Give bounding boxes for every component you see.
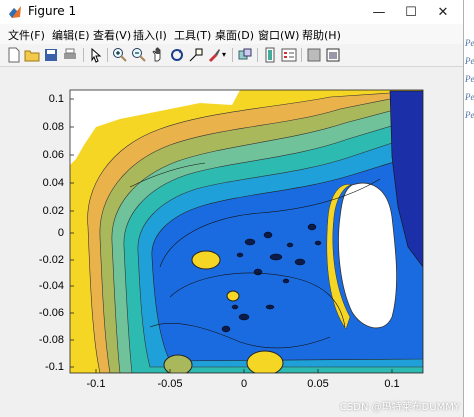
window-title: Figure 1 [28,4,77,18]
y-tick-label: -0.1 [45,361,64,373]
brush-dropdown-icon[interactable]: ▾ [222,50,238,66]
rotate-icon[interactable] [169,47,185,63]
dock-icon[interactable] [325,47,341,63]
menu-window[interactable]: 窗口(W) [258,27,299,43]
y-tick-label: 0.06 [42,149,64,161]
colorbar-icon[interactable] [262,47,278,63]
x-tick-label: 0.05 [307,378,329,390]
x-tick-label: 0.1 [384,378,400,390]
menu-help[interactable]: 帮助(H) [302,27,341,43]
menu-file[interactable]: 文件(F) [8,27,45,43]
matlab-logo-icon [9,6,21,18]
watermark: CSDN @玛特莱布DUMMY [339,402,460,413]
y-tick-label: -0.02 [38,254,64,266]
y-tick-label: -0.08 [38,334,64,346]
zoom-in-icon[interactable] [112,47,128,63]
side-text: Pe [465,110,474,120]
y-tick-label: -0.04 [38,280,64,292]
x-tick-label: -0.1 [86,378,106,390]
menu-edit[interactable]: 编辑(E) [52,27,90,43]
figure-toolbar: ▾ [0,44,463,67]
x-tick-label: -0.05 [157,378,183,390]
side-text: Pe [465,56,474,66]
side-text: Pe [465,92,474,102]
menu-view[interactable]: 查看(V) [93,27,131,43]
hide-tools-icon[interactable] [306,47,322,63]
pan-icon[interactable] [150,47,166,63]
contour-plot[interactable] [0,67,463,417]
y-tick-label: 0 [57,227,64,239]
figure-window: Figure 1 — ☐ ✕ 文件(F) 编辑(E) 查看(V) 插入(I) 工… [0,0,464,417]
brush-icon[interactable] [206,47,222,63]
link-icon[interactable] [237,47,253,63]
menu-tools[interactable]: 工具(T) [174,27,211,43]
save-icon[interactable] [43,47,59,63]
y-tick-label: 0.02 [42,205,64,217]
maximize-button[interactable]: ☐ [395,0,427,24]
minimize-button[interactable]: — [363,0,395,24]
legend-icon[interactable] [281,47,297,63]
data-cursor-icon[interactable] [188,47,204,63]
x-tick-label: 0 [240,378,248,390]
y-tick-label: 0.04 [42,177,64,189]
title-bar[interactable]: Figure 1 — ☐ ✕ [0,0,463,24]
y-tick-label: 0.1 [48,93,64,105]
new-figure-icon[interactable] [6,47,22,63]
background-editor-strip: Pe Pe Pe Pe Pe [464,0,474,417]
close-button[interactable]: ✕ [427,0,459,24]
menu-insert[interactable]: 插入(I) [133,27,167,43]
side-text: Pe [465,38,474,48]
zoom-out-icon[interactable] [131,47,147,63]
menu-bar: 文件(F) 编辑(E) 查看(V) 插入(I) 工具(T) 桌面(D) 窗口(W… [0,24,463,44]
y-tick-label: 0.08 [42,121,64,133]
side-text: Pe [465,74,474,84]
pointer-icon[interactable] [88,47,104,63]
print-icon[interactable] [62,47,78,63]
y-tick-label: -0.06 [38,307,64,319]
figure-canvas: 0.1 0.08 0.06 0.04 0.02 0 -0.02 -0.04 -0… [0,67,463,417]
menu-desktop[interactable]: 桌面(D) [215,27,254,43]
open-icon[interactable] [24,47,40,63]
